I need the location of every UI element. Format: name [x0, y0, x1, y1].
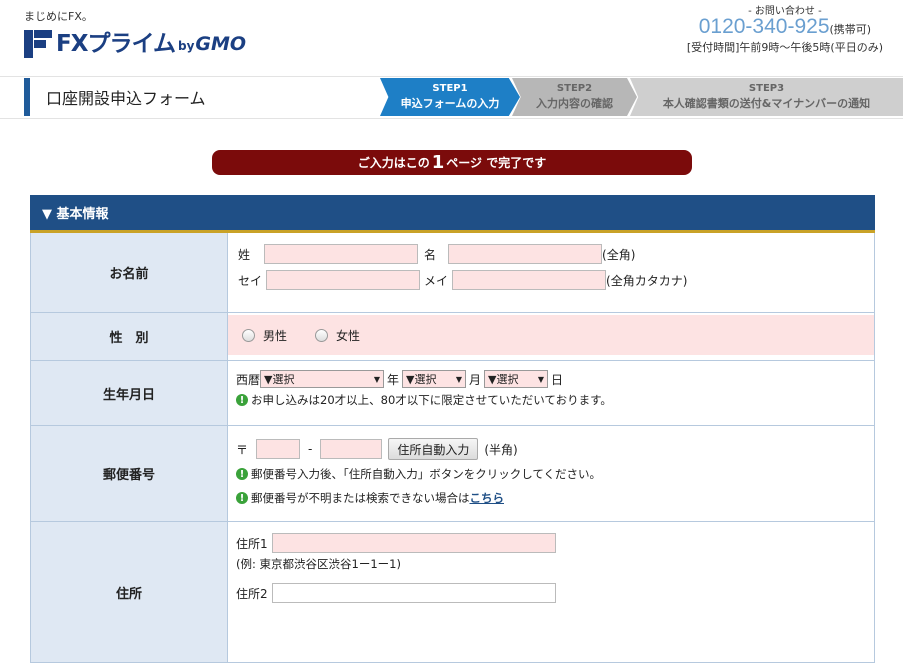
sei-input[interactable] — [264, 244, 419, 264]
postal-input-1[interactable] — [256, 439, 301, 459]
logo-brand: GMO — [195, 33, 247, 55]
postal-lookup-link[interactable]: こちら — [470, 490, 505, 506]
postal-note: (半角) — [484, 442, 518, 457]
birthday-hint: ! お申し込みは20才以上、80才以下に限定させていただいております。 — [236, 392, 866, 408]
basic-info-form: ▼ 基本情報 お名前 姓 名 (全角) セイ メイ (全角カタカナ) 性 別 男… — [30, 195, 875, 663]
postal-hint-2: ! 郵便番号が不明または検索できない場合は こちら — [236, 490, 866, 506]
chevron-down-icon: ▼ — [537, 374, 545, 384]
sei-label: 姓 — [238, 247, 251, 262]
step-2-label: 入力内容の確認 — [536, 97, 613, 110]
label-gender: 性 別 — [31, 313, 228, 360]
postal-hint-2-text: 郵便番号が不明または検索できない場合は — [251, 491, 470, 505]
title-divider — [0, 118, 903, 119]
month-select[interactable]: ▼選択 ▼ — [402, 370, 467, 388]
male-label[interactable]: 男性 — [263, 327, 287, 344]
step-3-label: 本人確認書類の送付&マイナンバーの通知 — [662, 97, 871, 110]
step-1-label: 申込フォームの入力 — [400, 97, 500, 110]
one-page-banner: ご入力はこの 1 ページ で完了です — [212, 150, 692, 175]
label-postal: 郵便番号 — [31, 426, 228, 521]
sei-kana-input[interactable] — [266, 270, 421, 290]
address1-label: 住所1 — [236, 536, 268, 551]
header-divider — [0, 76, 903, 77]
step-1-number: STEP1 — [432, 83, 468, 94]
address2-label: 住所2 — [236, 586, 268, 601]
step-indicator: STEP3 本人確認書類の送付&マイナンバーの通知 STEP2 入力内容の確認 … — [380, 78, 903, 116]
page-title: 口座開設申込フォーム — [46, 89, 206, 108]
day-unit: 日 — [551, 372, 564, 387]
label-name: お名前 — [31, 233, 228, 312]
label-address: 住所 — [31, 522, 228, 662]
label-birthday: 生年月日 — [31, 361, 228, 425]
postal-hint-1: ! 郵便番号入力後、「住所自動入力」ボタンをクリックしてください。 — [236, 466, 866, 482]
row-name: お名前 姓 名 (全角) セイ メイ (全角カタカナ) — [30, 233, 875, 313]
note-kana: (全角カタカナ) — [606, 273, 688, 288]
step-3-number: STEP3 — [748, 83, 785, 94]
contact-hours: [受付時間]午前9時〜午後5時(平日のみ) — [686, 41, 883, 54]
row-gender: 性 別 男性 女性 — [30, 313, 875, 361]
chevron-down-icon: ▼ — [373, 374, 381, 384]
postal-mark: 〒 — [236, 442, 249, 457]
banner-post: ページ で完了です — [446, 156, 547, 170]
mei-kana-label: メイ — [424, 273, 449, 288]
address1-input[interactable] — [271, 533, 556, 553]
banner-pre: ご入力はこの — [357, 156, 430, 170]
day-select[interactable]: ▼選択 ▼ — [484, 370, 549, 388]
male-radio[interactable] — [242, 328, 255, 342]
mei-input[interactable] — [448, 244, 603, 264]
postal-hint-1-text: 郵便番号入力後、「住所自動入力」ボタンをクリックしてください。 — [251, 467, 602, 481]
step-2: STEP2 入力内容の確認 — [512, 78, 637, 116]
postal-dash: - — [308, 442, 313, 456]
logo-by: by — [177, 39, 195, 53]
row-birthday: 生年月日 西暦 ▼選択 ▼ 年 ▼選択 ▼ 月 ▼選択 ▼ 日 ! お申し込みは20才… — [30, 361, 875, 426]
tagline: まじめにFX。 — [24, 10, 93, 23]
step-2-number: STEP2 — [556, 83, 593, 94]
check-icon: ! — [236, 394, 248, 406]
address-autofill-button[interactable]: 住所自動入力 — [388, 438, 479, 460]
logo-mark-icon — [24, 30, 52, 58]
era-label: 西暦 — [236, 372, 261, 387]
step-3: STEP3 本人確認書類の送付&マイナンバーの通知 — [630, 78, 903, 116]
month-unit: 月 — [469, 372, 482, 387]
contact-info: - お問い合わせ - 0120-340-925 (携帯可) [受付時間]午前9時… — [687, 2, 883, 55]
female-label[interactable]: 女性 — [336, 327, 360, 344]
year-unit: 年 — [387, 372, 400, 387]
postal-input-2[interactable] — [320, 439, 383, 459]
check-icon: ! — [236, 468, 248, 480]
logo[interactable]: FXプライム by GMO — [24, 28, 246, 58]
section-header: ▼ 基本情報 — [30, 195, 875, 233]
gender-options: 男性 女性 — [228, 315, 874, 355]
address-example: (例: 東京都渋谷区渋谷1ー1ー1) — [236, 557, 401, 571]
birthday-hint-text: お申し込みは20才以上、80才以下に限定させていただいております。 — [251, 393, 612, 407]
logo-text: FXプライム — [56, 31, 176, 57]
year-select[interactable]: ▼選択 ▼ — [260, 370, 385, 388]
female-radio[interactable] — [315, 328, 329, 342]
mei-kana-input[interactable] — [452, 270, 607, 290]
chevron-down-icon: ▼ — [455, 374, 463, 384]
banner-number: 1 — [431, 152, 445, 173]
title-bar: 口座開設申込フォーム — [24, 78, 380, 116]
row-postal: 郵便番号 〒 - 住所自動入力 (半角) ! 郵便番号入力後、「住所自動入力」ボ… — [30, 426, 875, 522]
check-icon: ! — [236, 492, 248, 504]
note-kanji: (全角) — [602, 247, 636, 262]
sei-kana-label: セイ — [238, 273, 263, 288]
step-1-active: STEP1 申込フォームの入力 — [380, 78, 520, 116]
contact-phone: 0120-340-925 — [698, 15, 830, 38]
row-address: 住所 住所1 (例: 東京都渋谷区渋谷1ー1ー1) 住所2 — [30, 522, 875, 663]
contact-phone-note: (携帯可) — [829, 23, 872, 36]
mei-label: 名 — [424, 247, 437, 262]
address2-input[interactable] — [271, 583, 556, 603]
